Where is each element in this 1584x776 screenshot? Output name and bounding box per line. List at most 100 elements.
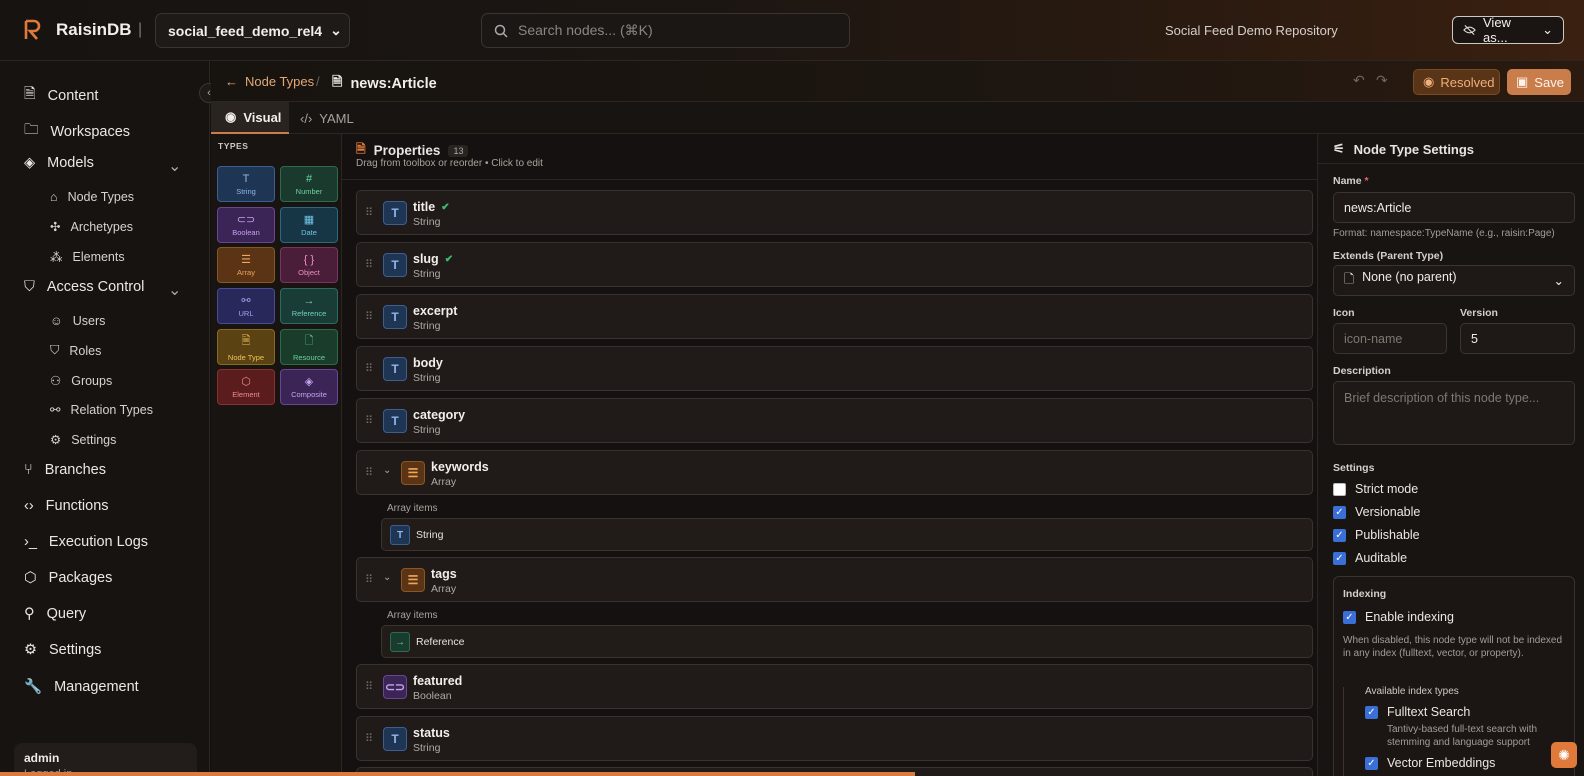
type-boolean[interactable]: ⊂⊃ Boolean	[217, 207, 275, 243]
tab-label: Visual	[243, 109, 282, 125]
drag-handle-icon[interactable]: ⠿	[365, 414, 373, 427]
property-type: String	[413, 742, 441, 754]
repository-selector[interactable]: social_feed_demo_rel4 ⌄	[155, 13, 350, 48]
property-row[interactable]: ⠿ T body String	[356, 346, 1313, 391]
puzzle-icon: ✣	[50, 220, 61, 234]
sidebar-item-label: Models	[47, 155, 94, 171]
property-row[interactable]: ⠿ T title ✔ String	[356, 190, 1313, 235]
drag-handle-icon[interactable]: ⠿	[365, 258, 373, 271]
type-label: Boolean	[232, 228, 260, 237]
description-textarea[interactable]: Brief description of this node type...	[1333, 381, 1575, 445]
publishable-checkbox[interactable]: ✓ Publishable	[1333, 528, 1420, 542]
vector-embeddings-checkbox[interactable]: ✓ Vector Embeddings	[1365, 756, 1495, 770]
check-icon[interactable]: ✓	[1365, 756, 1378, 770]
property-row[interactable]: ⠿ ⌄ ☰ keywords Array	[356, 450, 1313, 495]
type-string[interactable]: T String	[217, 166, 275, 202]
array-item-row[interactable]: T String	[381, 518, 1313, 551]
chevron-down-icon[interactable]: ⌄	[383, 572, 391, 583]
sidebar-subitem-archetypes[interactable]: ✣ Archetypes	[50, 219, 133, 235]
type-node-type[interactable]: 🗎 Node Type	[217, 329, 275, 365]
terminal-icon: ›_	[24, 534, 37, 550]
file-code-icon: 🗎	[241, 335, 251, 347]
type-number[interactable]: # Number	[280, 166, 338, 202]
check-icon[interactable]: ✓	[1333, 551, 1346, 565]
sidebar-item-models[interactable]: ◈ Models	[24, 155, 94, 171]
type-label: Element	[232, 390, 260, 399]
sidebar-item-content[interactable]: 🗎 Content	[24, 83, 98, 108]
type-composite[interactable]: ◈ Composite	[280, 369, 338, 405]
drag-handle-icon[interactable]: ⠿	[365, 310, 373, 323]
type-reference[interactable]: → Reference	[280, 288, 338, 324]
sidebar-subitem-relation-types[interactable]: ⚯ Relation Types	[50, 402, 153, 418]
drag-handle-icon[interactable]: ⠿	[365, 680, 373, 693]
back-to-node-types-link[interactable]: ← Node Types	[225, 74, 314, 89]
versionable-checkbox[interactable]: ✓ Versionable	[1333, 505, 1420, 519]
drag-handle-icon[interactable]: ⠿	[365, 206, 373, 219]
sidebar-item-settings[interactable]: ⚙ Settings	[24, 642, 101, 658]
property-row[interactable]: ⠿ ⊂⊃ featured Boolean	[356, 664, 1313, 709]
auditable-checkbox[interactable]: ✓ Auditable	[1333, 551, 1407, 565]
checkbox-unchecked[interactable]	[1333, 482, 1346, 496]
sidebar-item-access-control[interactable]: ⛉ Access Control	[24, 279, 144, 295]
drag-handle-icon[interactable]: ⠿	[365, 362, 373, 375]
fulltext-search-checkbox[interactable]: ✓ Fulltext Search	[1365, 705, 1470, 719]
assistant-sparkle-button[interactable]: ✺	[1551, 742, 1577, 768]
code-icon: ‹›	[24, 498, 34, 514]
strict-mode-checkbox[interactable]: Strict mode	[1333, 482, 1418, 496]
sidebar-subitem-roles[interactable]: ⛉ Roles	[50, 343, 101, 358]
sidebar-item-query[interactable]: ⚲ Query	[24, 606, 86, 622]
sidebar-item-management[interactable]: 🔧 Management	[24, 678, 139, 696]
save-button[interactable]: ▣ Save	[1507, 69, 1571, 95]
view-as-button[interactable]: View as... ⌄	[1452, 15, 1564, 45]
property-row[interactable]: ⠿ T slug ✔ String	[356, 242, 1313, 287]
undo-icon[interactable]: ↶	[1353, 72, 1365, 89]
check-icon[interactable]: ✓	[1343, 610, 1356, 624]
check-icon[interactable]: ✓	[1333, 505, 1346, 519]
drag-handle-icon[interactable]: ⠿	[365, 573, 373, 586]
drag-handle-icon[interactable]: ⠿	[365, 732, 373, 745]
sidebar-subitem-elements[interactable]: ⁂ Elements	[50, 249, 125, 265]
sidebar-subitem-node-types[interactable]: ⌂ Node Types	[50, 190, 134, 204]
resolved-toggle-button[interactable]: ◉ Resolved	[1413, 69, 1500, 95]
property-type: Boolean	[413, 690, 452, 702]
type-url[interactable]: ⚯ URL	[217, 288, 275, 324]
sidebar-subitem-groups[interactable]: ⚇ Groups	[50, 373, 112, 389]
sidebar-item-packages[interactable]: ⬡ Packages	[24, 570, 112, 586]
chevron-down-icon[interactable]: ⌄	[168, 156, 181, 176]
property-row[interactable]: ⠿ ⌄ ☰ tags Array	[356, 557, 1313, 602]
enable-indexing-checkbox[interactable]: ✓ Enable indexing	[1343, 610, 1454, 624]
version-input[interactable]: 5	[1460, 323, 1575, 354]
check-icon[interactable]: ✓	[1333, 528, 1346, 542]
type-resource[interactable]: 🗋 Resource	[280, 329, 338, 365]
sidebar-subitem-users[interactable]: ☺ Users	[50, 314, 105, 328]
name-input[interactable]: news:Article	[1333, 192, 1575, 223]
property-row[interactable]: ⠿ T status String	[356, 716, 1313, 761]
redo-icon[interactable]: ↷	[1376, 72, 1388, 89]
type-array[interactable]: ☰ Array	[217, 247, 275, 283]
property-name: category	[413, 408, 466, 422]
property-row[interactable]: ⠿ T excerpt String	[356, 294, 1313, 339]
sidebar-item-branches[interactable]: ⑂ Branches	[24, 462, 106, 478]
name-format-hint: Format: namespace:TypeName (e.g., raisin…	[1333, 228, 1555, 239]
type-date[interactable]: ▦ Date	[280, 207, 338, 243]
extends-select[interactable]: 🗋 None (no parent) ⌄	[1333, 265, 1575, 296]
drag-handle-icon[interactable]: ⠿	[365, 466, 373, 479]
array-item-row[interactable]: → Reference	[381, 625, 1313, 658]
chevron-down-icon[interactable]: ⌄	[383, 465, 391, 476]
check-icon[interactable]: ✓	[1365, 705, 1378, 719]
type-element[interactable]: ⬡ Element	[217, 369, 275, 405]
sidebar-subitem-access-settings[interactable]: ⚙ Settings	[50, 432, 116, 448]
icon-input[interactable]: icon-name	[1333, 323, 1447, 354]
search-input[interactable]: Search nodes... (⌘K)	[481, 13, 850, 48]
chevron-down-icon[interactable]: ⌄	[168, 280, 181, 300]
tab-visual[interactable]: ◉ Visual	[211, 102, 289, 134]
property-row[interactable]: ⠿ T category String	[356, 398, 1313, 443]
sidebar-item-execution-logs[interactable]: ›_ Execution Logs	[24, 534, 148, 550]
chevron-down-icon: ⌄	[1542, 22, 1553, 37]
sidebar-item-workspaces[interactable]: 🗀 Workspaces	[24, 119, 130, 144]
sidebar-item-functions[interactable]: ‹› Functions	[24, 498, 109, 514]
type-object[interactable]: { } Object	[280, 247, 338, 283]
tab-yaml[interactable]: ‹/› YAML	[300, 102, 354, 134]
layers-icon: ◈	[24, 155, 36, 171]
shield-icon: ⛉	[50, 343, 60, 357]
